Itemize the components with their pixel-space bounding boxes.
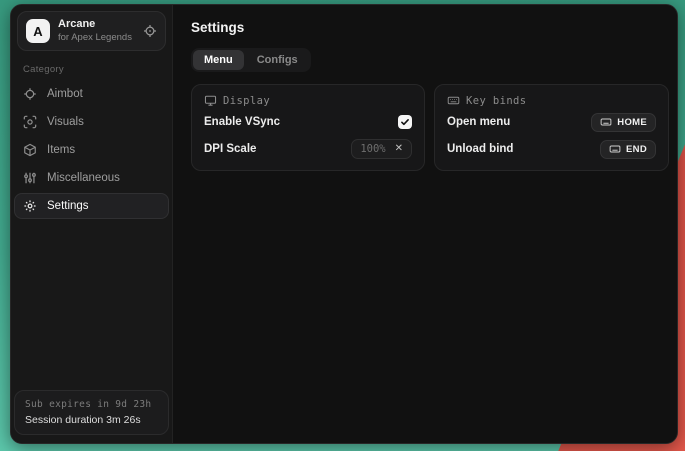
keybinds-card-header: Key binds: [447, 94, 656, 107]
subscription-info-box: Sub expires in 9d 23h Session duration 3…: [14, 390, 169, 435]
setting-row-dpi-scale: DPI Scale 100% ✕: [204, 137, 412, 161]
sidebar-item-aimbot[interactable]: Aimbot: [14, 81, 169, 107]
crosshair-icon: [23, 87, 37, 101]
target-icon[interactable]: [143, 24, 157, 38]
main-content: Settings Menu Configs Display: [173, 5, 678, 443]
open-menu-key: HOME: [617, 117, 647, 128]
app-name: Arcane: [58, 18, 135, 32]
app-window: A Arcane for Apex Legends Category: [10, 4, 678, 444]
app-header-card: A Arcane for Apex Legends: [17, 11, 166, 51]
dpi-scale-value[interactable]: 100%: [360, 143, 385, 155]
keyboard-icon: [600, 116, 612, 128]
dpi-scale-label: DPI Scale: [204, 143, 256, 155]
clear-icon[interactable]: ✕: [395, 144, 403, 154]
app-logo: A: [26, 19, 50, 43]
tab-configs[interactable]: Configs: [246, 50, 309, 70]
unload-bind-key: END: [626, 144, 647, 155]
sidebar-item-label: Items: [47, 144, 75, 156]
monitor-icon: [204, 94, 217, 107]
open-menu-bind-button[interactable]: HOME: [591, 113, 656, 132]
app-subtitle: for Apex Legends: [58, 32, 135, 44]
tab-menu[interactable]: Menu: [193, 50, 244, 70]
sidebar-item-label: Visuals: [47, 116, 84, 128]
sidebar-item-label: Aimbot: [47, 88, 83, 100]
unload-bind-button[interactable]: END: [600, 140, 656, 159]
app-meta: Arcane for Apex Legends: [58, 18, 135, 44]
scan-eye-icon: [23, 115, 37, 129]
sidebar-nav: Aimbot Visuals: [11, 81, 172, 219]
sliders-icon: [23, 171, 37, 185]
settings-cards: Display Enable VSync DPI Scale: [191, 84, 669, 171]
display-card-header: Display: [204, 94, 412, 107]
sidebar-item-label: Miscellaneous: [47, 172, 120, 184]
display-card: Display Enable VSync DPI Scale: [191, 84, 425, 171]
sidebar-item-miscellaneous[interactable]: Miscellaneous: [14, 165, 169, 191]
sidebar-item-settings[interactable]: Settings: [14, 193, 169, 219]
open-menu-label: Open menu: [447, 116, 510, 128]
tab-bar: Menu Configs: [191, 48, 311, 72]
setting-row-unload-bind: Unload bind END: [447, 137, 656, 161]
keybinds-card-title: Key binds: [466, 95, 527, 107]
gear-icon: [23, 199, 37, 213]
category-label: Category: [23, 64, 172, 75]
vsync-label: Enable VSync: [204, 116, 280, 128]
setting-row-open-menu: Open menu HOME: [447, 110, 656, 134]
vsync-checkbox[interactable]: [398, 115, 412, 129]
sidebar: A Arcane for Apex Legends Category: [11, 5, 173, 443]
sidebar-item-visuals[interactable]: Visuals: [14, 109, 169, 135]
keyboard-icon: [447, 94, 460, 107]
keyboard-icon: [609, 143, 621, 155]
dpi-scale-control[interactable]: 100% ✕: [351, 139, 412, 159]
sub-expiry-text: Sub expires in 9d 23h: [25, 399, 158, 410]
keybinds-card: Key binds Open menu HOME: [434, 84, 669, 171]
desktop-backdrop: A Arcane for Apex Legends Category: [0, 0, 685, 451]
unload-bind-label: Unload bind: [447, 143, 513, 155]
page-title: Settings: [191, 20, 669, 35]
sidebar-item-items[interactable]: Items: [14, 137, 169, 163]
session-duration-text: Session duration 3m 26s: [25, 414, 158, 426]
sidebar-item-label: Settings: [47, 200, 89, 212]
setting-row-vsync: Enable VSync: [204, 110, 412, 134]
display-card-title: Display: [223, 95, 270, 107]
package-icon: [23, 143, 37, 157]
